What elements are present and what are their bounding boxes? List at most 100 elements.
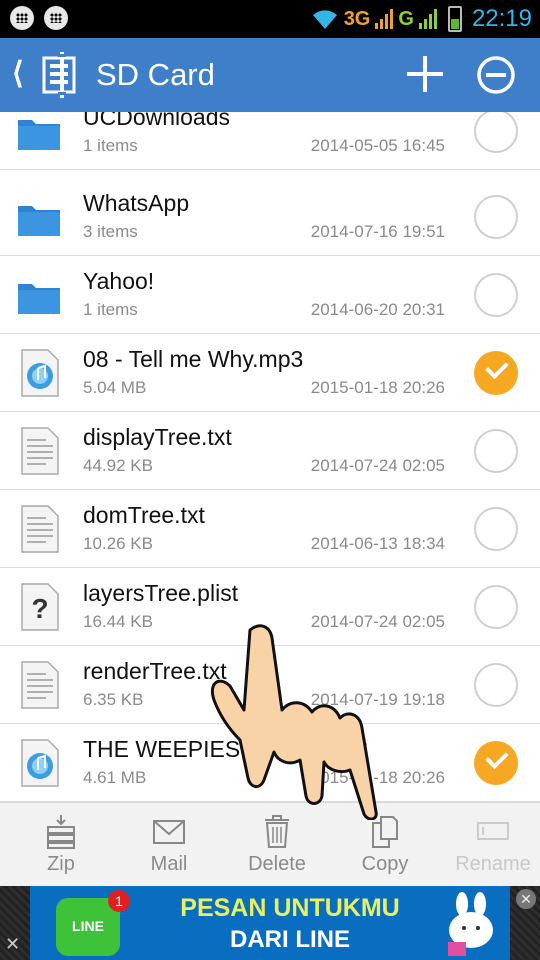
file-date: 2014-07-24 02:05 — [310, 612, 445, 631]
unknown-file-icon: ? — [21, 583, 59, 631]
close-icon[interactable]: ✕ — [516, 889, 536, 909]
trash-icon — [265, 815, 289, 848]
ad-headline: PESAN UNTUKMU — [180, 894, 400, 922]
list-item[interactable]: THE WEEPIES - ...U-1.mp3 4.61 MB 2015-01… — [0, 724, 540, 802]
zip-app-icon[interactable] — [40, 52, 84, 98]
file-meta: 16.44 KB — [83, 612, 153, 631]
file-date: 2015-01-18 20:26 — [310, 768, 445, 787]
file-name: 08 - Tell me Why.mp3 — [83, 346, 304, 372]
app-screen: 3G G 22:19 ⟨ SD Card UCDownloads 1 items… — [0, 0, 540, 960]
file-date: 2014-06-20 20:31 — [310, 300, 445, 319]
file-date: 2014-07-24 02:05 — [310, 456, 445, 475]
notification-badge: 1 — [108, 890, 130, 912]
ad-subline: DARI LINE — [230, 926, 350, 953]
select-checkbox[interactable] — [474, 195, 518, 239]
page-title: SD Card — [96, 57, 215, 92]
list-item[interactable]: WhatsApp 3 items 2014-07-16 19:51 — [0, 178, 540, 256]
svg-text:?: ? — [31, 593, 48, 624]
text-file-icon — [21, 427, 59, 475]
rename-label: Rename — [455, 853, 531, 875]
zip-button[interactable]: Zip — [7, 803, 115, 887]
action-toolbar: Zip Mail Delete Copy Rename — [0, 802, 540, 886]
select-checkbox[interactable] — [474, 429, 518, 473]
back-icon[interactable]: ⟨ — [12, 56, 24, 91]
file-date: 2014-06-13 18:34 — [310, 534, 445, 553]
mail-icon — [153, 820, 185, 844]
file-meta: 6.35 KB — [83, 690, 144, 709]
list-item[interactable]: Yahoo! 1 items 2014-06-20 20:31 — [0, 256, 540, 334]
copy-button[interactable]: Copy — [331, 803, 439, 887]
system-icons: 3G G 22:19 — [310, 2, 532, 36]
file-name: domTree.txt — [83, 502, 205, 528]
select-checkbox[interactable] — [474, 585, 518, 629]
file-meta: 3 items — [83, 222, 138, 241]
add-icon[interactable] — [404, 53, 446, 95]
rename-icon — [477, 822, 509, 840]
select-checkbox[interactable] — [474, 507, 518, 551]
battery-icon — [447, 6, 462, 32]
list-item[interactable]: 08 - Tell me Why.mp3 5.04 MB 2015-01-18 … — [0, 334, 540, 412]
file-name: UCDownloads — [83, 112, 231, 130]
signal-icon — [375, 9, 394, 29]
notification-icons — [10, 6, 68, 30]
network-g-label: G — [398, 7, 414, 30]
ad-content[interactable]: LINE 1 PESAN UNTUKMU DARI LINE — [30, 886, 510, 960]
file-date: 2014-05-05 16:45 — [310, 136, 445, 155]
list-item[interactable]: domTree.txt 10.26 KB 2014-06-13 18:34 — [0, 490, 540, 568]
list-item[interactable]: displayTree.txt 44.92 KB 2014-07-24 02:0… — [0, 412, 540, 490]
line-logo-text: LINE — [72, 918, 104, 934]
zip-label: Zip — [47, 853, 75, 875]
copy-label: Copy — [361, 853, 409, 875]
select-checkbox[interactable] — [474, 273, 518, 317]
network-3g-label: 3G — [343, 7, 371, 30]
folder-icon — [18, 206, 60, 236]
mail-label: Mail — [150, 853, 188, 875]
list-item[interactable]: ? layersTree.plist 16.44 KB 2014-07-24 0… — [0, 568, 540, 646]
file-date: 2014-07-19 19:18 — [310, 690, 445, 709]
folder-icon — [18, 120, 60, 150]
file-date: 2015-01-18 20:26 — [310, 378, 445, 397]
file-meta: 10.26 KB — [83, 534, 153, 553]
text-file-icon — [21, 661, 59, 709]
audio-file-icon — [21, 349, 59, 397]
file-meta: 4.61 MB — [83, 768, 147, 787]
file-name: Yahoo! — [83, 268, 155, 294]
bunny-mascot-icon — [448, 892, 493, 956]
file-meta: 5.04 MB — [83, 378, 147, 397]
zip-icon — [47, 815, 75, 849]
close-icon[interactable]: ✕ — [5, 934, 25, 954]
file-name: displayTree.txt — [83, 424, 232, 450]
rename-button[interactable]: Rename — [439, 803, 540, 887]
copy-icon — [372, 816, 398, 848]
audio-file-icon — [21, 739, 59, 787]
select-checkbox[interactable] — [474, 112, 518, 153]
wifi-icon — [312, 10, 337, 29]
signal-icon — [418, 9, 437, 29]
list-item[interactable]: UCDownloads 1 items 2014-05-05 16:45 — [0, 112, 540, 170]
mail-button[interactable]: Mail — [115, 803, 223, 887]
text-file-icon — [21, 505, 59, 553]
ad-banner[interactable]: LINE 1 PESAN UNTUKMU DARI LINE ✕ ✕ — [0, 886, 540, 960]
select-checkbox[interactable] — [474, 663, 518, 707]
bbm-notification-icon — [44, 6, 68, 30]
action-bar: ⟨ SD Card — [0, 38, 540, 112]
folder-icon — [18, 284, 60, 314]
select-checkbox-checked[interactable] — [474, 351, 518, 395]
bbm-notification-icon — [10, 6, 34, 30]
file-name: layersTree.plist — [83, 580, 239, 606]
file-name: WhatsApp — [83, 190, 190, 216]
file-date: 2014-07-16 19:51 — [310, 222, 445, 241]
delete-label: Delete — [248, 853, 306, 875]
file-meta: 1 items — [83, 300, 138, 319]
clock: 22:19 — [471, 5, 532, 32]
list-item[interactable]: renderTree.txt 6.35 KB 2014-07-19 19:18 — [0, 646, 540, 724]
file-name: renderTree.txt — [83, 658, 227, 684]
remove-icon[interactable] — [476, 55, 516, 95]
select-checkbox-checked[interactable] — [474, 741, 518, 785]
delete-button[interactable]: Delete — [223, 803, 331, 887]
file-meta: 44.92 KB — [83, 456, 153, 475]
file-name: THE WEEPIES - ...U-1.mp3 — [83, 736, 368, 762]
file-meta: 1 items — [83, 136, 138, 155]
status-bar: 3G G 22:19 — [0, 0, 540, 38]
file-list[interactable]: UCDownloads 1 items 2014-05-05 16:45 Wha… — [0, 112, 540, 802]
